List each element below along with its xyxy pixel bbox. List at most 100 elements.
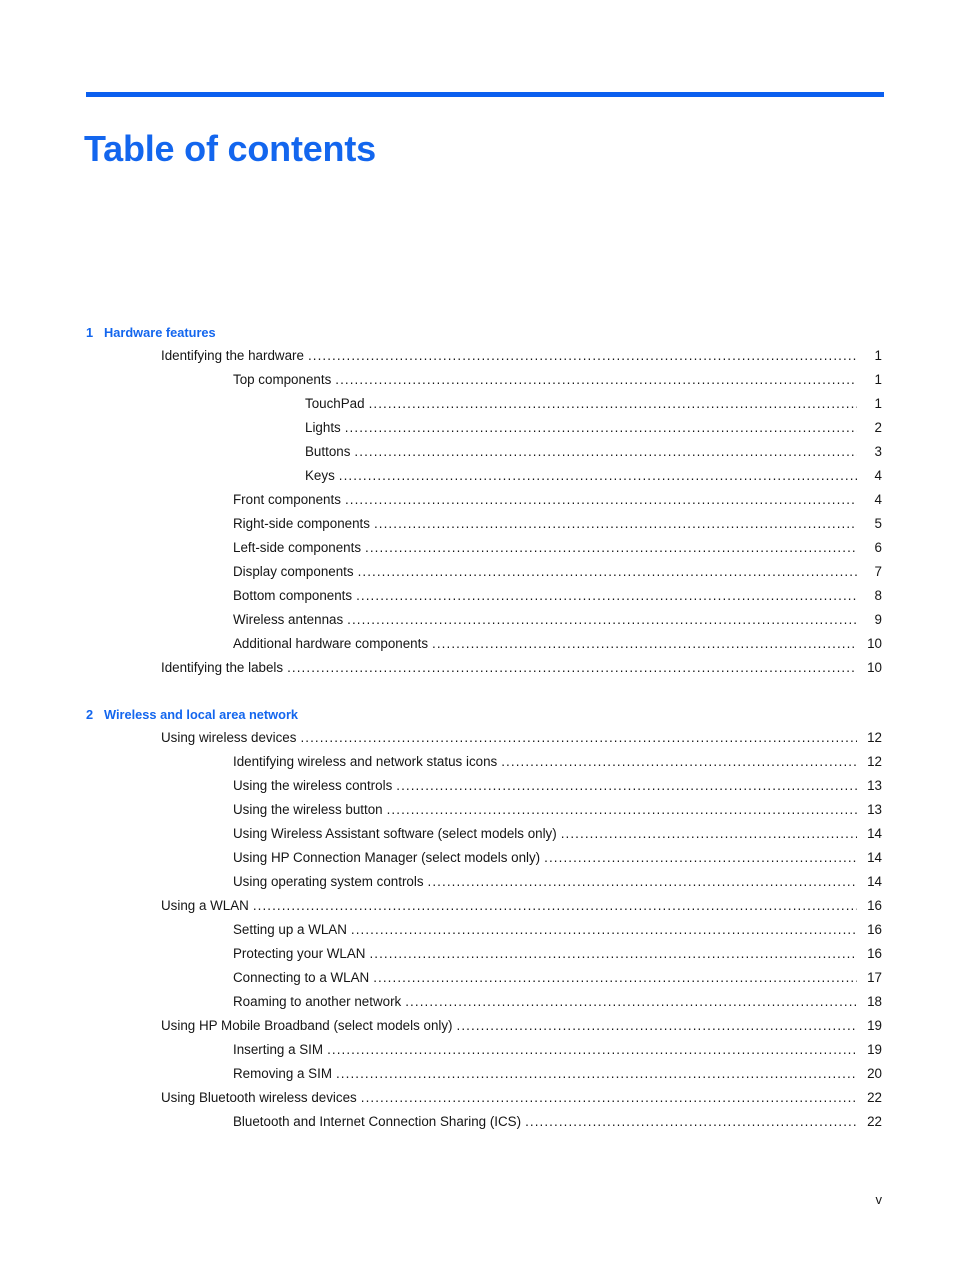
dot-leader [374, 512, 857, 536]
toc-entry[interactable]: Using the wireless controls 13 [0, 774, 954, 798]
page-title: Table of contents [84, 128, 376, 170]
toc-entry-page-number: 1 [874, 396, 882, 411]
toc-entry-page-number: 17 [867, 970, 882, 985]
toc-entry-page-number: 6 [874, 540, 882, 555]
dot-leader [561, 822, 857, 846]
toc-entry[interactable]: Identifying the hardware 1 [0, 344, 954, 368]
toc-entry[interactable]: Wireless antennas 9 [0, 608, 954, 632]
dot-leader [432, 632, 857, 656]
footer-page-number: v [875, 1192, 883, 1207]
toc-entry-label: Roaming to another network [233, 994, 402, 1009]
document-page: Table of contents 1 Hardware features Iden… [0, 0, 954, 1270]
toc-entry[interactable]: Inserting a SIM 19 [0, 1038, 954, 1062]
toc-chapter-wireless-and-local-area-network: 2 Wireless and local area network Using wi… [0, 704, 954, 1134]
toc-entry[interactable]: Setting up a WLAN 16 [0, 918, 954, 942]
dot-leader [525, 1110, 857, 1134]
toc-entry[interactable]: Using operating system controls 14 [0, 870, 954, 894]
toc-entry-page-number: 22 [867, 1090, 882, 1105]
toc-entry[interactable]: Using Bluetooth wireless devices 22 [0, 1086, 954, 1110]
toc-entry[interactable]: Using HP Mobile Broadband (select models… [0, 1014, 954, 1038]
toc-entry[interactable]: Right-side components 5 [0, 512, 954, 536]
chapter-heading-wireless-and-local-area-network[interactable]: 2 Wireless and local area network [0, 704, 954, 726]
dot-leader [501, 750, 857, 774]
toc-entry-page-number: 13 [867, 802, 882, 817]
toc-entry[interactable]: Display components 7 [0, 560, 954, 584]
chapter-title: Wireless and local area network [104, 707, 299, 722]
toc-entry[interactable]: Identifying wireless and network status … [0, 750, 954, 774]
dot-leader [287, 656, 857, 680]
toc-entry[interactable]: Roaming to another network 18 [0, 990, 954, 1014]
toc-entry-label: Using the wireless controls [233, 778, 393, 793]
toc-entry-label: Using Wireless Assistant software (selec… [233, 826, 557, 841]
toc-entry[interactable]: Front components 4 [0, 488, 954, 512]
toc-entry[interactable]: Using the wireless button 13 [0, 798, 954, 822]
toc-entry-label: Removing a SIM [233, 1066, 332, 1081]
dot-leader [428, 870, 857, 894]
toc-entry-label: Using HP Connection Manager (select mode… [233, 850, 541, 865]
dot-leader [369, 392, 857, 416]
toc-entry-label: Wireless antennas [233, 612, 344, 627]
toc-entry[interactable]: Keys 4 [0, 464, 954, 488]
toc-entry-label: Using HP Mobile Broadband (select models… [161, 1018, 453, 1033]
toc-entry-page-number: 8 [874, 588, 882, 603]
dot-leader [387, 798, 857, 822]
toc-entry-page-number: 1 [874, 348, 882, 363]
toc-entry[interactable]: Using a WLAN 16 [0, 894, 954, 918]
toc-entry-page-number: 16 [867, 946, 882, 961]
toc-entry[interactable]: Protecting your WLAN 16 [0, 942, 954, 966]
toc-entry[interactable]: Removing a SIM 20 [0, 1062, 954, 1086]
toc-entry-label: Left-side components [233, 540, 362, 555]
toc-entry[interactable]: Using Wireless Assistant software (selec… [0, 822, 954, 846]
toc-entry-label: Bottom components [233, 588, 353, 603]
toc-entry-page-number: 18 [867, 994, 882, 1009]
toc-entry-label: Display components [233, 564, 354, 579]
toc-entry[interactable]: Using wireless devices 12 [0, 726, 954, 750]
toc-entry[interactable]: Left-side components 6 [0, 536, 954, 560]
toc-entry-page-number: 19 [867, 1018, 882, 1033]
dot-leader [396, 774, 857, 798]
toc-entry-label: Front components [233, 492, 341, 507]
dot-leader [335, 368, 857, 392]
table-of-contents: 1 Hardware features Identifying the hardwa… [0, 322, 954, 1134]
header-rule [86, 92, 884, 97]
toc-entry-page-number: 16 [867, 922, 882, 937]
chapter-number: 1 [86, 325, 94, 340]
chapter-heading-hardware-features[interactable]: 1 Hardware features [0, 322, 954, 344]
toc-entry-label: Protecting your WLAN [233, 946, 366, 961]
toc-entry[interactable]: Top components 1 [0, 368, 954, 392]
toc-entry-label: Right-side components [233, 516, 370, 531]
dot-leader [361, 1086, 857, 1110]
toc-entry-page-number: 4 [874, 468, 882, 483]
toc-entry-page-number: 5 [874, 516, 882, 531]
toc-entry-page-number: 14 [867, 874, 882, 889]
toc-entry[interactable]: Bottom components 8 [0, 584, 954, 608]
toc-entry-label: Top components [233, 372, 332, 387]
toc-entry[interactable]: Connecting to a WLAN 17 [0, 966, 954, 990]
toc-entry-page-number: 13 [867, 778, 882, 793]
toc-entry-page-number: 9 [874, 612, 882, 627]
dot-leader [327, 1038, 857, 1062]
toc-entry[interactable]: Identifying the labels 10 [0, 656, 954, 680]
toc-entry[interactable]: Additional hardware components 10 [0, 632, 954, 656]
toc-entry-label: Additional hardware components [233, 636, 429, 651]
toc-chapter-hardware-features: 1 Hardware features Identifying the hardwa… [0, 322, 954, 680]
toc-entry[interactable]: Buttons 3 [0, 440, 954, 464]
toc-entry-label: Using the wireless button [233, 802, 383, 817]
toc-entry-page-number: 1 [874, 372, 882, 387]
dot-leader [300, 726, 857, 750]
toc-entry-list: Using wireless devices 12 Identifying wire… [0, 726, 954, 1134]
toc-entry-label: Identifying wireless and network status … [233, 754, 498, 769]
toc-entry-label: Inserting a SIM [233, 1042, 324, 1057]
toc-entry-page-number: 19 [867, 1042, 882, 1057]
toc-entry-label: Connecting to a WLAN [233, 970, 370, 985]
toc-entry-page-number: 14 [867, 826, 882, 841]
toc-entry-page-number: 10 [867, 636, 882, 651]
toc-entry[interactable]: Using HP Connection Manager (select mode… [0, 846, 954, 870]
toc-entry[interactable]: TouchPad 1 [0, 392, 954, 416]
toc-entry-page-number: 14 [867, 850, 882, 865]
toc-entry[interactable]: Lights 2 [0, 416, 954, 440]
chapter-title: Hardware features [104, 325, 216, 340]
toc-entry-label: Keys [305, 468, 335, 483]
toc-entry-label: Using wireless devices [161, 730, 297, 745]
toc-entry[interactable]: Bluetooth and Internet Connection Sharin… [0, 1110, 954, 1134]
